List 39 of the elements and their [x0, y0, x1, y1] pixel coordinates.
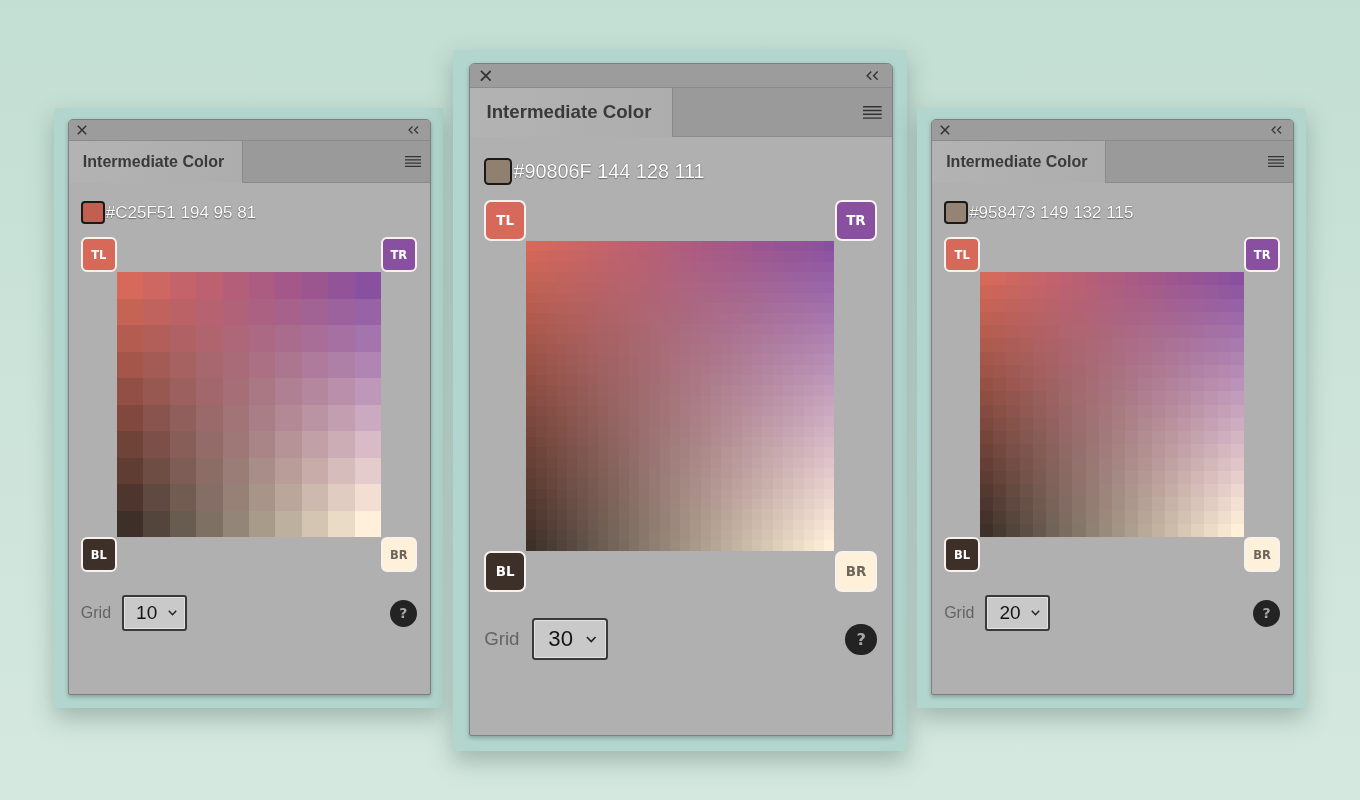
corner-color-button[interactable]: BL: [484, 550, 527, 592]
corner-color-button[interactable]: TR: [834, 200, 877, 242]
corner-color-button[interactable]: BL: [80, 537, 117, 572]
double-chevron-icon[interactable]: [866, 70, 880, 81]
corner-color-button[interactable]: BR: [1244, 537, 1281, 572]
menu-icon[interactable]: [862, 105, 882, 119]
menu-icon[interactable]: [1268, 156, 1285, 167]
corner-color-button[interactable]: BL: [944, 537, 981, 572]
help-button[interactable]: ?: [1253, 599, 1281, 627]
grid-size-select[interactable]: 10: [122, 595, 188, 631]
panel-tab[interactable]: Intermediate Color: [470, 88, 674, 138]
chevron-icon: [586, 635, 597, 643]
corner-color-button[interactable]: TR: [1244, 237, 1281, 272]
corner-color-button[interactable]: TR: [380, 237, 417, 272]
close-icon[interactable]: [479, 69, 492, 82]
color-value: #90806F 144 128 111: [513, 160, 705, 184]
grid-label: Grid: [80, 604, 112, 622]
corner-color-button[interactable]: TL: [944, 237, 981, 272]
close-icon[interactable]: [76, 125, 87, 135]
help-button[interactable]: ?: [389, 599, 417, 627]
color-value: #958473 149 132 115: [969, 202, 1134, 223]
double-chevron-icon[interactable]: [1271, 126, 1283, 134]
help-button[interactable]: ?: [845, 623, 877, 656]
panel-tab[interactable]: Intermediate Color: [932, 141, 1107, 183]
color-value: #C25F51 194 95 81: [105, 202, 257, 223]
close-icon[interactable]: [940, 125, 951, 135]
corner-color-button[interactable]: TL: [80, 237, 117, 272]
chevron-icon: [1031, 610, 1041, 616]
grid-size-select[interactable]: 30: [532, 618, 609, 661]
corner-color-button[interactable]: BR: [380, 537, 417, 572]
corner-color-button[interactable]: BR: [834, 550, 877, 592]
menu-icon[interactable]: [404, 156, 421, 167]
double-chevron-icon[interactable]: [407, 126, 419, 134]
panel-tab[interactable]: Intermediate Color: [68, 141, 243, 183]
corner-color-button[interactable]: TL: [484, 200, 527, 242]
grid-label: Grid: [944, 604, 975, 622]
grid-size-select[interactable]: 20: [985, 595, 1051, 631]
grid-label: Grid: [484, 628, 520, 651]
chevron-icon: [168, 610, 178, 616]
